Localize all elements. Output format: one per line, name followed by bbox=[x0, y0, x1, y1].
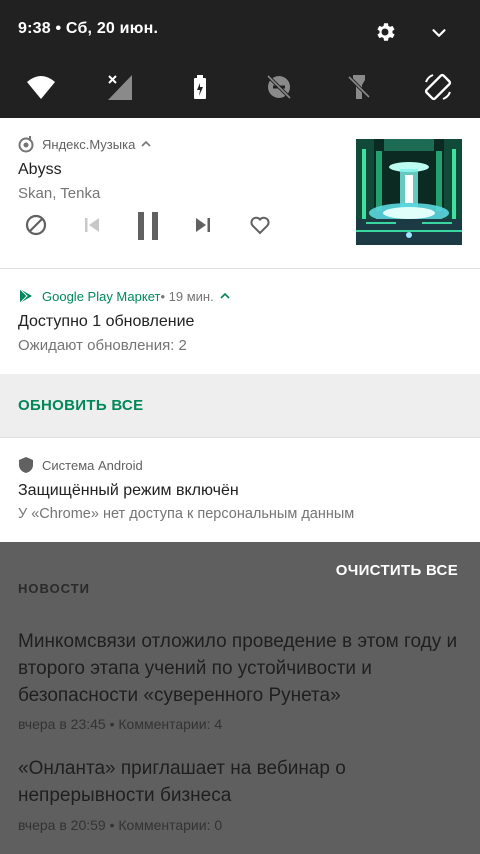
update-all-button[interactable]: ОБНОВИТЬ ВСЕ bbox=[18, 397, 143, 414]
music-note-icon bbox=[18, 135, 34, 153]
system-app-name: Система Android bbox=[42, 457, 143, 473]
wifi-icon[interactable] bbox=[26, 72, 56, 102]
music-app-name: Яндекс.Музыка bbox=[42, 136, 136, 152]
news-item-meta: вчера в 20:59 • Комментарии: 0 bbox=[18, 817, 223, 833]
album-art bbox=[356, 139, 462, 245]
like-heart-icon[interactable] bbox=[248, 213, 272, 237]
play-time: • 19 мин. bbox=[160, 288, 214, 304]
news-item-title[interactable]: «Онланта» приглашает на вебинар о непрер… bbox=[18, 755, 458, 809]
play-notification-header: Google Play Маркет • 19 мин. bbox=[18, 286, 230, 306]
music-notification-header: Яндекс.Музыка bbox=[18, 134, 151, 154]
pause-icon[interactable] bbox=[134, 210, 162, 242]
system-title: Защищённый режим включён bbox=[18, 482, 239, 499]
play-app-name: Google Play Маркет bbox=[42, 288, 161, 304]
track-title: Abyss bbox=[18, 161, 62, 178]
track-artist: Skan, Tenka bbox=[18, 185, 101, 202]
flashlight-off-icon[interactable] bbox=[344, 72, 374, 102]
expand-up-icon[interactable] bbox=[141, 140, 151, 148]
play-text: Ожидают обновления: 2 bbox=[18, 337, 187, 354]
previous-track-icon[interactable] bbox=[80, 213, 104, 237]
news-item-title[interactable]: Минкомсвязи отложило проведение в этом г… bbox=[18, 628, 458, 709]
dnd-off-icon[interactable] bbox=[264, 72, 294, 102]
auto-rotate-icon[interactable] bbox=[423, 72, 453, 102]
next-track-icon[interactable] bbox=[191, 213, 215, 237]
expand-up-icon[interactable] bbox=[220, 292, 230, 300]
system-notification-header: Система Android bbox=[18, 455, 143, 475]
status-time-date: 9:38 • Сб, 20 июн. bbox=[18, 20, 159, 37]
mobile-data-off-icon[interactable] bbox=[105, 72, 135, 102]
news-item-meta: вчера в 23:45 • Комментарии: 4 bbox=[18, 716, 223, 732]
shield-icon bbox=[18, 456, 34, 474]
play-store-icon bbox=[18, 288, 34, 304]
chevron-down-icon[interactable] bbox=[428, 22, 450, 44]
dislike-block-icon[interactable] bbox=[24, 213, 48, 237]
settings-gear-icon[interactable] bbox=[373, 20, 397, 44]
quick-settings-panel: 9:38 • Сб, 20 июн. bbox=[0, 0, 480, 118]
clear-all-button[interactable]: ОЧИСТИТЬ ВСЕ bbox=[336, 562, 458, 579]
system-text: У «Chrome» нет доступа к персональным да… bbox=[18, 506, 355, 522]
battery-saver-icon[interactable] bbox=[185, 72, 215, 102]
news-section-label: НОВОСТИ bbox=[18, 581, 91, 596]
play-title: Доступно 1 обновление bbox=[18, 313, 195, 330]
